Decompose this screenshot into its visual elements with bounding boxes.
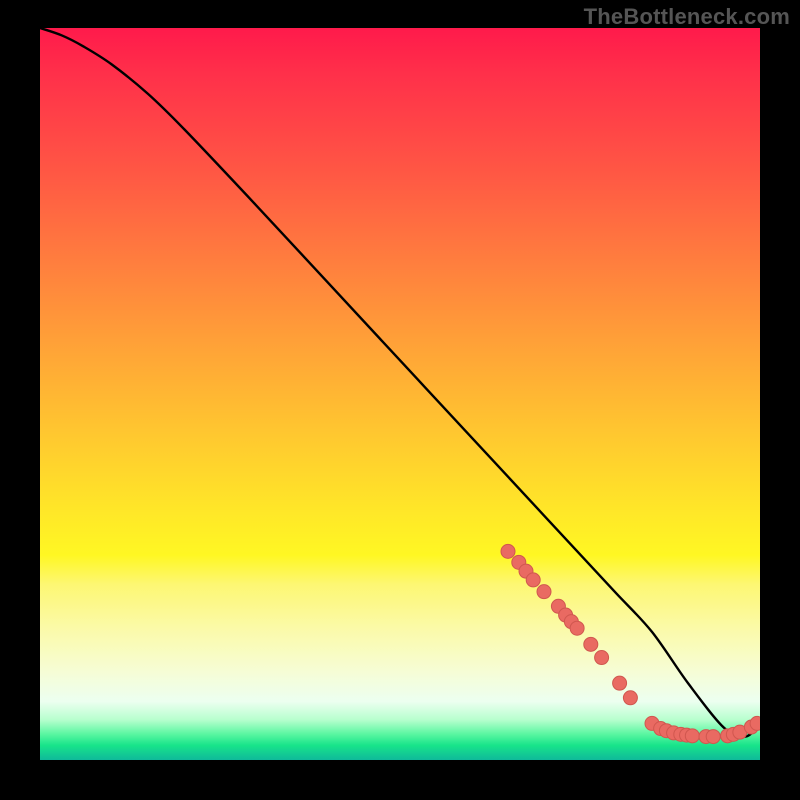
curve-marker: [595, 651, 609, 665]
watermark-text: TheBottleneck.com: [584, 4, 790, 30]
curve-marker: [570, 621, 584, 635]
curve-marker: [623, 691, 637, 705]
curve-marker: [750, 716, 760, 730]
plot-area: [40, 28, 760, 760]
curve-markers: [501, 544, 760, 743]
curve-marker: [613, 676, 627, 690]
chart-stage: TheBottleneck.com: [0, 0, 800, 800]
bottleneck-curve-line: [40, 28, 760, 737]
curve-marker: [685, 729, 699, 743]
curve-marker: [501, 544, 515, 558]
curve-marker: [706, 730, 720, 744]
curve-marker: [537, 585, 551, 599]
curve-svg: [40, 28, 760, 760]
curve-marker: [584, 637, 598, 651]
curve-marker: [526, 573, 540, 587]
